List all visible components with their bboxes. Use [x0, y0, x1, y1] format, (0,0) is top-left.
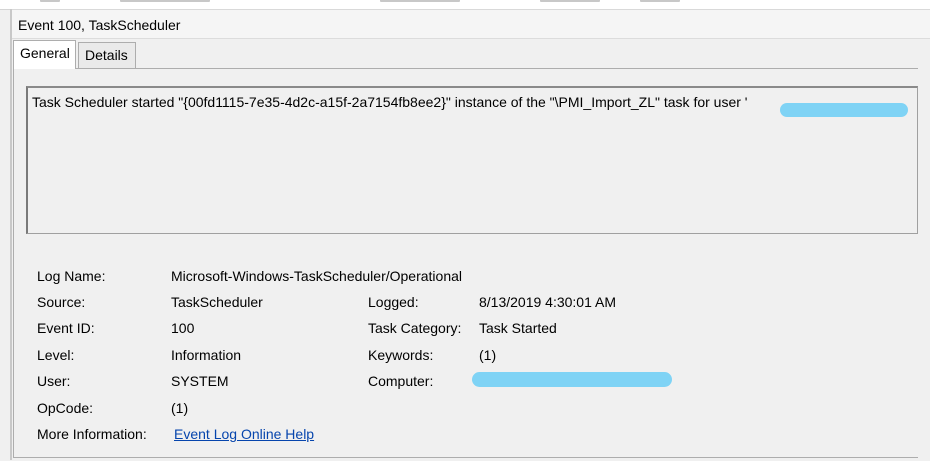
window-title: Event 100, TaskScheduler: [18, 17, 181, 33]
logged-label: Logged:: [368, 294, 419, 310]
opcode-value: (1): [171, 400, 189, 416]
task-category-label: Task Category:: [368, 320, 462, 336]
event-id-value: 100: [171, 320, 195, 336]
tab-general[interactable]: General: [13, 40, 76, 69]
level-label: Level:: [37, 347, 75, 363]
user-label: User:: [37, 373, 71, 389]
log-name-value: Microsoft-Windows-TaskScheduler/Operatio…: [171, 268, 462, 284]
task-category-value: Task Started: [479, 320, 557, 336]
event-log-online-help-link[interactable]: Event Log Online Help: [174, 426, 314, 442]
user-value: SYSTEM: [171, 373, 229, 389]
more-information-label: More Information:: [37, 426, 147, 442]
redaction-mark: [780, 103, 908, 117]
keywords-value: (1): [479, 347, 497, 363]
computer-label: Computer:: [368, 373, 434, 389]
event-description: Task Scheduler started "{00fd1115-7e35-4…: [32, 94, 748, 110]
level-value: Information: [171, 347, 242, 363]
tab-label: General: [20, 45, 70, 61]
event-id-label: Event ID:: [37, 320, 95, 336]
redaction-mark: [472, 372, 672, 387]
source-label: Source:: [37, 294, 86, 310]
tab-details[interactable]: Details: [78, 42, 136, 68]
source-value: TaskScheduler: [171, 294, 263, 310]
logged-value: 8/13/2019 4:30:01 AM: [479, 294, 616, 310]
opcode-label: OpCode:: [37, 400, 94, 416]
tab-label: Details: [85, 47, 128, 63]
title-bar: Event 100, TaskScheduler: [12, 10, 930, 39]
log-name-label: Log Name:: [37, 268, 106, 284]
keywords-label: Keywords:: [368, 347, 434, 363]
